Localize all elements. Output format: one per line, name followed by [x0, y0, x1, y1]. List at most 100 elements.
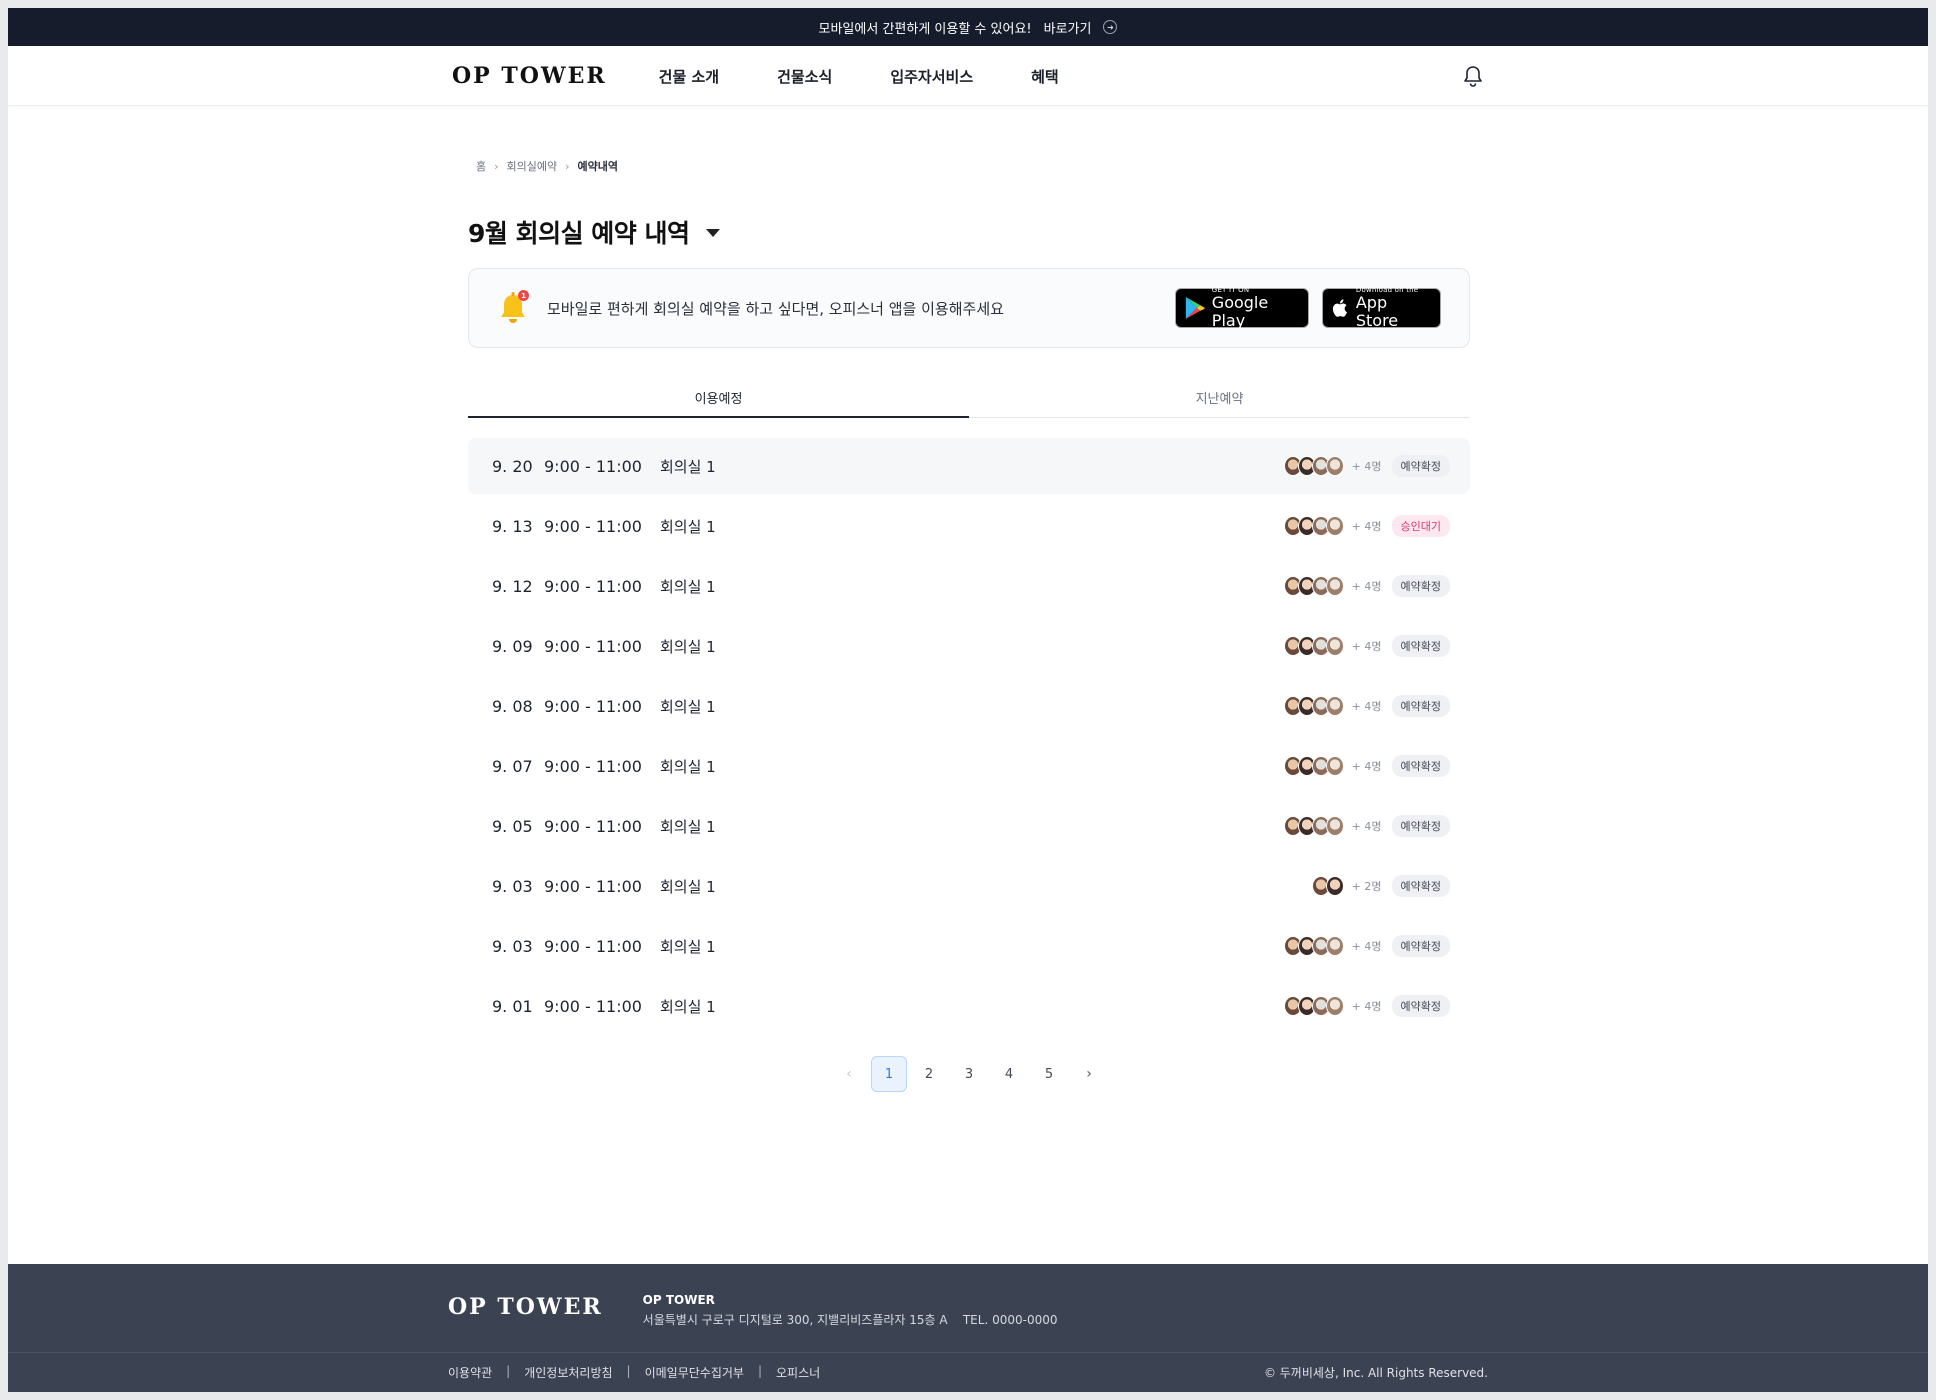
reservation-date: 9. 13: [492, 516, 533, 536]
tab-upcoming[interactable]: 이용예정: [468, 380, 969, 418]
footer: OP TOWER OP TOWER 서울특별시 구로구 디지털로 300, 지밸…: [8, 1264, 1928, 1392]
breadcrumb: 홈 › 회의실예약 › 예약내역: [476, 158, 1470, 174]
avatar: [1325, 636, 1344, 656]
reservation-row[interactable]: 9. 12 9:00 - 11:00 회의실 1 + 4명 예약확정: [468, 558, 1470, 614]
month-dropdown-icon[interactable]: [705, 229, 720, 237]
reservation-row[interactable]: 9. 05 9:00 - 11:00 회의실 1 + 4명 예약확정: [468, 798, 1470, 854]
reservation-date: 9. 05: [492, 816, 533, 836]
notice-badge: 1: [518, 290, 529, 301]
breadcrumb-meeting-reservation[interactable]: 회의실예약: [507, 158, 558, 174]
divider: |: [626, 1364, 631, 1378]
nav-benefits[interactable]: 혜택: [1031, 66, 1059, 87]
participant-avatars: [1311, 876, 1344, 896]
participant-count: + 4명: [1351, 820, 1382, 833]
reservation-room: 회의실 1: [660, 697, 716, 716]
reservation-room: 회의실 1: [660, 877, 716, 896]
divider: |: [506, 1364, 511, 1378]
chevron-right-icon: ›: [494, 159, 499, 173]
divider: |: [757, 1364, 763, 1378]
reservation-room: 회의실 1: [660, 577, 716, 596]
reservation-row[interactable]: 9. 08 9:00 - 11:00 회의실 1 + 4명 예약확정: [468, 678, 1470, 734]
reservation-room: 회의실 1: [660, 757, 716, 776]
participant-avatars: [1283, 936, 1344, 956]
avatar: [1325, 696, 1344, 716]
avatar: [1325, 516, 1344, 536]
reservation-time: 9:00 - 11:00: [544, 936, 642, 956]
google-play-button[interactable]: GET IT ON Google Play: [1175, 286, 1309, 330]
footer-link-terms[interactable]: 이용약관: [448, 1364, 492, 1381]
app-notice-banner: 1 모바일로 편하게 회의실 예약을 하고 싶다면, 오피스너 앱을 이용해주세…: [468, 268, 1470, 348]
avatar: [1325, 816, 1344, 836]
nav-building-intro[interactable]: 건물 소개: [659, 66, 719, 87]
breadcrumb-current: 예약내역: [577, 160, 619, 173]
participant-count: + 4명: [1351, 760, 1382, 773]
avatar: [1325, 876, 1344, 896]
reservation-date: 9. 01: [492, 996, 533, 1016]
page-button[interactable]: 1: [871, 1056, 907, 1092]
participant-count: + 4명: [1351, 1000, 1382, 1013]
top-banner: 모바일에서 간편하게 이용할 수 있어요! 바로가기 ➜: [8, 8, 1928, 46]
participant-avatars: [1283, 756, 1344, 776]
reservation-room: 회의실 1: [660, 457, 716, 476]
page-button[interactable]: 3: [951, 1056, 987, 1092]
prev-page-icon[interactable]: ‹: [831, 1056, 867, 1092]
reservation-room: 회의실 1: [660, 997, 716, 1016]
participant-avatars: [1283, 696, 1344, 716]
footer-company-name: OP TOWER: [642, 1293, 715, 1307]
status-badge: 예약확정: [1391, 875, 1450, 897]
avatar: [1325, 996, 1344, 1016]
reservation-date: 9. 03: [492, 876, 533, 896]
reservation-date: 9. 20: [492, 456, 533, 476]
app-store-button[interactable]: Download on the App Store: [1322, 286, 1441, 330]
breadcrumb-home[interactable]: 홈: [476, 158, 486, 174]
footer-link-email-refusal[interactable]: 이메일무단수집거부: [645, 1364, 744, 1381]
footer-address: 서울특별시 구로구 디지털로 300, 지밸리비즈플라자 15층 A TEL. …: [642, 1313, 1058, 1327]
reservation-row[interactable]: 9. 09 9:00 - 11:00 회의실 1 + 4명 예약확정: [468, 618, 1470, 674]
avatar: [1325, 576, 1344, 596]
reservation-time: 9:00 - 11:00: [544, 696, 642, 716]
status-badge: 예약확정: [1391, 575, 1450, 597]
participant-count: + 4명: [1351, 520, 1382, 533]
nav-building-news[interactable]: 건물소식: [777, 66, 832, 87]
footer-link-privacy[interactable]: 개인정보처리방침: [524, 1364, 612, 1381]
reservation-time: 9:00 - 11:00: [544, 636, 642, 656]
status-badge: 예약확정: [1391, 755, 1450, 777]
reservation-row[interactable]: 9. 01 9:00 - 11:00 회의실 1 + 4명 예약확정: [468, 978, 1470, 1034]
participant-count: + 4명: [1351, 700, 1382, 713]
notification-bell-icon[interactable]: [1460, 63, 1486, 89]
apple-icon: [1332, 299, 1348, 317]
logo[interactable]: OP TOWER: [452, 63, 607, 89]
reservation-time: 9:00 - 11:00: [544, 456, 642, 476]
footer-link-officener[interactable]: 오피스너: [776, 1364, 820, 1381]
reservation-row[interactable]: 9. 03 9:00 - 11:00 회의실 1 + 2명 예약확정: [468, 858, 1470, 914]
reservation-room: 회의실 1: [660, 517, 716, 536]
participant-count: + 2명: [1351, 880, 1382, 893]
status-badge: 예약확정: [1391, 635, 1450, 657]
status-badge: 예약확정: [1391, 455, 1450, 477]
avatar: [1325, 936, 1344, 956]
page-button[interactable]: 4: [991, 1056, 1027, 1092]
page-button[interactable]: 5: [1031, 1056, 1067, 1092]
participant-avatars: [1283, 456, 1344, 476]
reservation-date: 9. 03: [492, 936, 533, 956]
reservation-room: 회의실 1: [660, 817, 716, 836]
banner-link[interactable]: 바로가기 ➜: [1044, 18, 1118, 37]
reservation-date: 9. 12: [492, 576, 533, 596]
status-badge: 예약확정: [1391, 995, 1450, 1017]
next-page-icon[interactable]: ›: [1071, 1056, 1107, 1092]
reservation-row[interactable]: 9. 13 9:00 - 11:00 회의실 1 + 4명 승인대기: [468, 498, 1470, 554]
status-badge: 예약확정: [1391, 815, 1450, 837]
page: 모바일에서 간편하게 이용할 수 있어요! 바로가기 ➜ OP TOWER 건물…: [8, 8, 1928, 1392]
reservation-time: 9:00 - 11:00: [544, 996, 642, 1016]
pagination: ‹ 1 2 3 4 5 ›: [468, 1056, 1470, 1092]
tab-past[interactable]: 지난예약: [969, 380, 1470, 417]
reservation-room: 회의실 1: [660, 637, 716, 656]
nav-tenant-services[interactable]: 입주자서비스: [890, 66, 973, 87]
reservation-row[interactable]: 9. 07 9:00 - 11:00 회의실 1 + 4명 예약확정: [468, 738, 1470, 794]
reservation-row[interactable]: 9. 20 9:00 - 11:00 회의실 1 + 4명 예약확정: [468, 438, 1470, 494]
header: OP TOWER 건물 소개 건물소식 입주자서비스 혜택: [8, 46, 1928, 106]
page-button[interactable]: 2: [911, 1056, 947, 1092]
app-store-big: App Store: [1355, 293, 1399, 330]
google-play-big: Google Play: [1211, 293, 1269, 330]
reservation-row[interactable]: 9. 03 9:00 - 11:00 회의실 1 + 4명 예약확정: [468, 918, 1470, 974]
